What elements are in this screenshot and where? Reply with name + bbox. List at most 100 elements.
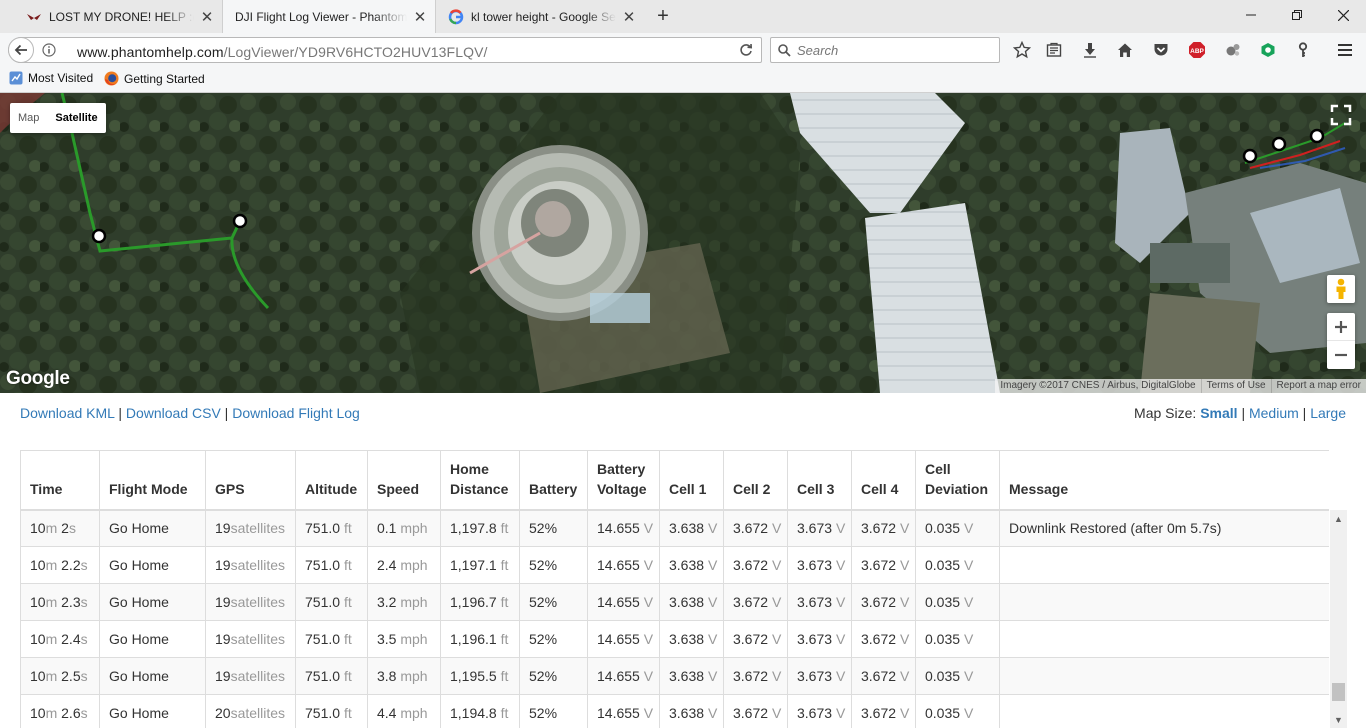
table-row[interactable]: 10m 2.6s Go Home 20satellites 751.0 ft 4.4 m… bbox=[20, 694, 1329, 728]
close-tab-icon[interactable]: ✕ bbox=[413, 8, 427, 26]
home-point-marker[interactable] bbox=[1309, 128, 1325, 144]
zoom-in-button[interactable] bbox=[1327, 314, 1355, 341]
unit-label: ft bbox=[500, 705, 509, 721]
back-button[interactable] bbox=[8, 37, 34, 63]
table-scrollbar[interactable]: ▲ ▼ bbox=[1330, 510, 1347, 728]
tab-google-search[interactable]: kl tower height - Google Sea ✕ bbox=[436, 0, 644, 33]
url-text[interactable]: www.phantomhelp.com/LogViewer/YD9RV6HCTO… bbox=[77, 44, 488, 60]
password-manager-button[interactable] bbox=[1291, 38, 1315, 62]
fullscreen-button[interactable] bbox=[1327, 101, 1355, 129]
table-row[interactable]: 10m 2.4s Go Home 19satellites 751.0 ft 3.5 m… bbox=[20, 620, 1329, 658]
distance-value: 1,194.8 bbox=[450, 705, 497, 721]
pocket-button[interactable] bbox=[1149, 38, 1173, 62]
reading-list-button[interactable] bbox=[1042, 38, 1066, 62]
scroll-down-arrow-icon[interactable]: ▼ bbox=[1330, 711, 1347, 728]
open-menu-button[interactable] bbox=[1334, 38, 1356, 62]
waypoint-marker[interactable] bbox=[91, 228, 107, 244]
close-window-icon bbox=[1337, 9, 1349, 21]
map-size-small-link[interactable]: Small bbox=[1200, 405, 1237, 421]
unit-label: satellites bbox=[230, 668, 286, 684]
satellite-map[interactable]: Map Satellite Google Imagery ©2017 CNES … bbox=[0, 93, 1366, 393]
new-tab-button[interactable]: + bbox=[650, 0, 676, 33]
distance-value: 1,196.7 bbox=[450, 594, 497, 610]
url-bar[interactable]: www.phantomhelp.com/LogViewer/YD9RV6HCTO… bbox=[8, 37, 762, 63]
zoom-out-button[interactable] bbox=[1327, 341, 1355, 369]
waypoint-marker[interactable] bbox=[232, 213, 248, 229]
cell-time: 10m 2.4s bbox=[20, 620, 100, 658]
unit-seconds: s bbox=[80, 631, 88, 647]
unit-label: ft bbox=[343, 668, 352, 684]
table-row[interactable]: 10m 2s Go Home 19satellites 751.0 ft 0.1 mph… bbox=[20, 509, 1329, 547]
waypoint-marker[interactable] bbox=[1242, 148, 1258, 164]
unit-minutes: m bbox=[45, 520, 62, 537]
unit-label: ft bbox=[343, 520, 352, 537]
cell-cell-3: 3.673 V bbox=[787, 509, 852, 547]
table-row[interactable]: 10m 2.3s Go Home 19satellites 751.0 ft 3.2 m… bbox=[20, 583, 1329, 621]
table-row[interactable]: 10m 2.5s Go Home 19satellites 751.0 ft 3.8 m… bbox=[20, 657, 1329, 695]
minimize-window-button[interactable] bbox=[1228, 0, 1274, 30]
unit-label: V bbox=[771, 594, 782, 610]
map-type-satellite-button[interactable]: Satellite bbox=[47, 103, 105, 133]
unit-seconds: s bbox=[80, 668, 88, 684]
vpn-extension-button[interactable] bbox=[1256, 38, 1280, 62]
terms-of-use-link[interactable]: Terms of Use bbox=[1200, 379, 1271, 393]
scroll-up-arrow-icon[interactable]: ▲ bbox=[1330, 510, 1347, 527]
most-visited-icon bbox=[9, 71, 23, 85]
cell-cell-1: 3.638 V bbox=[659, 694, 724, 728]
waypoint-marker[interactable] bbox=[1271, 136, 1287, 152]
site-info-button[interactable] bbox=[39, 38, 59, 62]
tab-dji-flight-log-viewer[interactable]: DJI Flight Log Viewer - Phantom ✕ bbox=[222, 0, 436, 33]
navigation-toolbar: www.phantomhelp.com/LogViewer/YD9RV6HCTO… bbox=[0, 33, 1366, 67]
unit-label: V bbox=[771, 520, 782, 537]
close-window-button[interactable] bbox=[1320, 0, 1366, 30]
extension-button[interactable] bbox=[1221, 38, 1245, 62]
unit-label: V bbox=[899, 668, 910, 684]
cell-battery: 52% bbox=[519, 509, 588, 547]
bookmark-getting-started[interactable]: Getting Started bbox=[104, 71, 205, 86]
cell-voltage: 3.672 bbox=[861, 594, 897, 610]
street-view-pegman-button[interactable] bbox=[1327, 275, 1355, 303]
distance-value: 1,197.1 bbox=[450, 557, 497, 573]
speed-value: 4.4 bbox=[377, 705, 397, 721]
map-size-selector: Map Size: Small | Medium | Large bbox=[1134, 405, 1346, 421]
downloads-button[interactable] bbox=[1078, 38, 1102, 62]
scrollbar-thumb[interactable] bbox=[1332, 683, 1345, 701]
time-seconds: 2.2 bbox=[61, 557, 81, 573]
cell-voltage: 3.672 bbox=[733, 705, 769, 721]
google-logo[interactable]: Google bbox=[6, 368, 70, 390]
bookmark-star-button[interactable] bbox=[1010, 38, 1034, 62]
unit-label: V bbox=[771, 557, 782, 573]
report-map-error-link[interactable]: Report a map error bbox=[1270, 379, 1366, 393]
link-separator: | bbox=[118, 405, 122, 421]
map-size-large-link[interactable]: Large bbox=[1310, 405, 1346, 421]
voltage-value: 14.655 bbox=[597, 631, 640, 647]
tab-title: LOST MY DRONE! HELP :( | D bbox=[49, 9, 194, 24]
download-csv-link[interactable]: Download CSV bbox=[126, 405, 221, 421]
close-tab-icon[interactable]: ✕ bbox=[622, 8, 636, 26]
tab-lost-my-drone[interactable]: LOST MY DRONE! HELP :( | D ✕ bbox=[14, 0, 222, 33]
close-tab-icon[interactable]: ✕ bbox=[200, 8, 214, 26]
bookmark-most-visited[interactable]: Most Visited bbox=[9, 71, 93, 85]
download-flight-log-link[interactable]: Download Flight Log bbox=[232, 405, 360, 421]
unit-label: V bbox=[643, 520, 654, 537]
column-header-flight-mode: Flight Mode bbox=[99, 450, 206, 511]
restore-window-button[interactable] bbox=[1274, 0, 1320, 30]
search-input[interactable] bbox=[797, 41, 992, 59]
adblock-plus-button[interactable]: ABP bbox=[1185, 38, 1209, 62]
column-header-altitude: Altitude bbox=[295, 450, 368, 511]
cell-cell-deviation: 0.035 V bbox=[915, 546, 1000, 584]
reload-button[interactable] bbox=[735, 38, 757, 62]
map-attribution: Imagery ©2017 CNES / Airbus, DigitalGlob… bbox=[995, 379, 1366, 393]
cell-voltage: 3.672 bbox=[861, 520, 897, 537]
map-type-map-button[interactable]: Map bbox=[10, 103, 47, 133]
google-favicon-icon bbox=[448, 8, 464, 24]
map-size-medium-link[interactable]: Medium bbox=[1249, 405, 1299, 421]
cell-gps: 19satellites bbox=[205, 546, 296, 584]
search-bar[interactable] bbox=[770, 37, 1000, 63]
unit-label: ft bbox=[500, 520, 509, 537]
table-row[interactable]: 10m 2.2s Go Home 19satellites 751.0 ft 2.4 m… bbox=[20, 546, 1329, 584]
unit-label: V bbox=[707, 668, 718, 684]
altitude-value: 751.0 bbox=[305, 520, 341, 537]
download-kml-link[interactable]: Download KML bbox=[20, 405, 114, 421]
home-button[interactable] bbox=[1113, 38, 1137, 62]
